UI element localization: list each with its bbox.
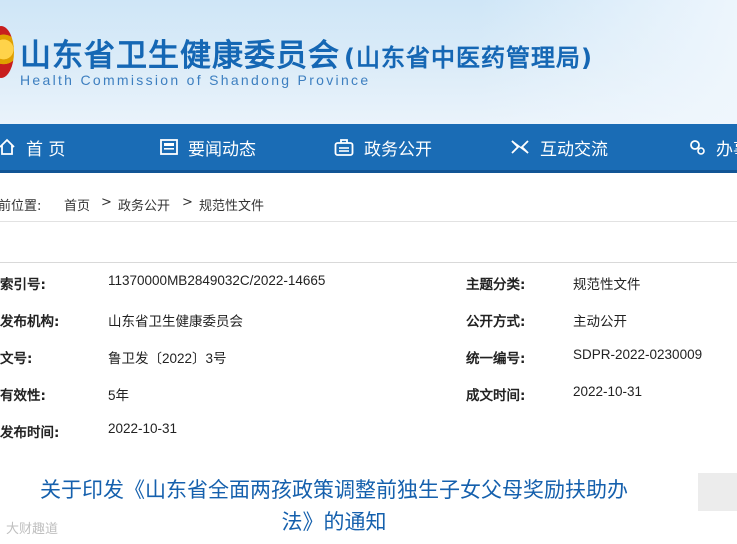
main-nav: 首 页 要闻动态 政务公开 互动交流 办事	[0, 124, 737, 173]
topic-category-label: 主题分类:	[466, 277, 526, 293]
disclosure-method-label: 公开方式:	[466, 314, 526, 330]
validity-label: 有效性:	[0, 388, 46, 404]
info-row: 发布时间: 2022-10-31	[0, 421, 737, 458]
written-date-value: 2022-10-31	[573, 384, 643, 399]
nav-item-gov-affairs[interactable]: 政务公开	[334, 124, 432, 170]
validity-value: 5年	[108, 388, 130, 403]
nav-item-interaction-label: 互动交流	[540, 139, 608, 160]
nav-item-interaction[interactable]: 互动交流	[510, 124, 608, 170]
site-header: 山东省卫生健康委员会 (山东省中医药管理局) Health Commission …	[0, 0, 737, 124]
breadcrumb-gov-affairs-link[interactable]: 政务公开	[118, 195, 170, 214]
nav-item-gov-affairs-label: 政务公开	[364, 139, 432, 160]
issuing-agency-label: 发布机构:	[0, 314, 60, 330]
site-title-text: 山东省卫生健康委员会	[20, 38, 340, 74]
site-subtitle: (山东省中医药管理局)	[344, 44, 593, 72]
breadcrumb-separator: >	[182, 195, 193, 210]
breadcrumb: 前位置: 首页 > 政务公开 > 规范性文件	[0, 188, 737, 220]
publish-date-label: 发布时间:	[0, 425, 60, 441]
exchange-icon	[511, 140, 529, 154]
unified-number-label: 统一编号:	[466, 351, 526, 367]
nav-item-home[interactable]: 首 页	[0, 124, 65, 170]
index-number-label: 索引号:	[0, 277, 46, 293]
watermark: 大财趣道	[6, 522, 59, 537]
written-date-label: 成文时间:	[466, 388, 526, 404]
info-row: 有效性: 5年 成文时间: 2022-10-31	[0, 384, 737, 421]
document-number-label: 文号:	[0, 351, 33, 367]
news-icon	[160, 139, 178, 155]
unified-number-value: SDPR-2022-0230009	[573, 347, 703, 362]
document-title-line1: 关于印发《山东省全面两孩政策调整前独生子女父母奖励扶助办	[40, 478, 628, 502]
national-emblem-icon	[0, 26, 14, 78]
info-row: 文号: 鲁卫发〔2022〕3号 统一编号: SDPR-2022-0230009	[0, 347, 737, 384]
index-number-value: 11370000MB2849032C/2022-14665	[108, 273, 326, 288]
nav-item-home-label: 首 页	[26, 139, 66, 160]
disclosure-method-value: 主动公开	[573, 314, 627, 329]
document-title: 关于印发《山东省全面两孩政策调整前独生子女父母奖励扶助办 法》的通知	[0, 474, 668, 538]
nav-item-news-label: 要闻动态	[188, 139, 256, 160]
issuing-agency-value: 山东省卫生健康委员会	[108, 314, 243, 329]
nav-item-news[interactable]: 要闻动态	[160, 124, 256, 170]
home-icon	[0, 138, 15, 155]
breadcrumb-regulatory-docs-link[interactable]: 规范性文件	[199, 195, 264, 214]
info-row: 发布机构: 山东省卫生健康委员会 公开方式: 主动公开	[0, 310, 737, 347]
document-title-line2: 法》的通知	[281, 510, 387, 534]
breadcrumb-home-link[interactable]: 首页	[64, 195, 90, 214]
topic-category-value: 规范性文件	[573, 277, 641, 292]
nav-item-services[interactable]: 办事	[688, 124, 737, 170]
info-row: 索引号: 11370000MB2849032C/2022-14665 主题分类:…	[0, 273, 737, 310]
breadcrumb-separator: >	[101, 195, 112, 210]
gears-icon	[690, 140, 705, 155]
breadcrumb-divider	[0, 221, 737, 222]
breadcrumb-prefix: 前位置:	[0, 199, 42, 214]
side-toolbar[interactable]	[698, 473, 737, 511]
briefcase-icon	[334, 139, 354, 156]
site-title[interactable]: 山东省卫生健康委员会 (山东省中医药管理局)	[20, 30, 593, 75]
nav-item-services-label: 办事	[716, 139, 737, 160]
site-title-english: Health Commission of Shandong Province	[20, 72, 371, 88]
document-info-table: 索引号: 11370000MB2849032C/2022-14665 主题分类:…	[0, 262, 737, 451]
publish-date-value: 2022-10-31	[108, 421, 178, 436]
document-number-value: 鲁卫发〔2022〕3号	[108, 351, 227, 366]
